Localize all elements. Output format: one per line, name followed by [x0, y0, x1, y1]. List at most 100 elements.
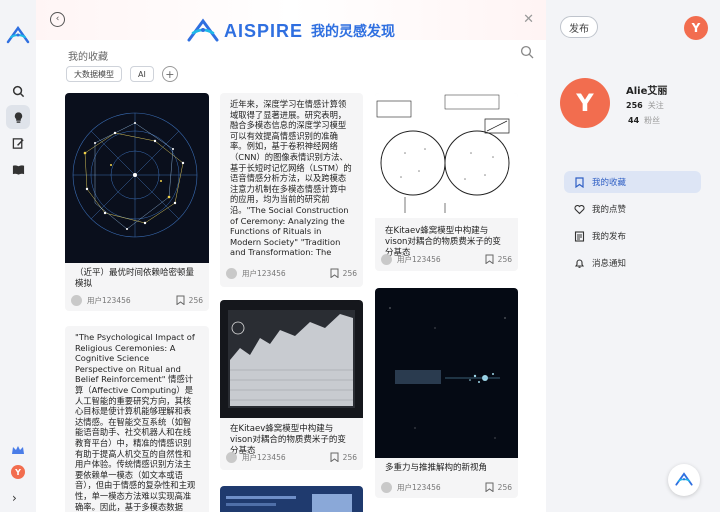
left-rail: Y ›	[0, 0, 36, 512]
card-footer: 用户123456 256	[381, 480, 512, 494]
document-icon	[574, 230, 585, 242]
collection-card[interactable]: （近平）最优时间依赖哈密顿量模拟 用户123456 256	[65, 93, 209, 311]
favorite-count: 256	[342, 268, 357, 278]
chevron-left-icon: ‹	[55, 14, 60, 24]
card-thumbnail	[220, 486, 363, 512]
rail-inspiration-button[interactable]	[6, 105, 30, 129]
following-label: 关注	[647, 101, 664, 110]
brand: AISPIRE 我的灵感发现	[186, 18, 395, 44]
card-author: 用户123456	[242, 268, 286, 278]
user-avatar	[226, 451, 237, 463]
followers-count: 44	[628, 116, 640, 125]
card-author: 用户123456	[87, 295, 131, 305]
rail-library-button[interactable]	[6, 157, 30, 181]
search-icon[interactable]	[520, 45, 534, 59]
plus-icon: +	[165, 67, 175, 81]
inspiration-panel: ‹ AISPIRE 我的灵感发现 ✕ 我的收藏 大数据模型 AI + （近平）最…	[36, 0, 546, 512]
favorite-count: 256	[497, 254, 512, 264]
card-excerpt: 近年来，深度学习在情感计算领域取得了显著进展。研究表明，融合多模态信息的深度学习…	[230, 99, 352, 257]
rail-avatar[interactable]: Y	[11, 465, 25, 479]
bookmark-icon	[330, 268, 339, 278]
add-tag-button[interactable]: +	[161, 66, 178, 82]
search-icon	[12, 85, 24, 97]
tag-chip[interactable]: AI	[130, 66, 154, 82]
rail-edit-button[interactable]	[6, 131, 30, 155]
crown-icon[interactable]	[11, 445, 25, 455]
menu-item-collections[interactable]: 我的收藏	[564, 171, 701, 193]
aispire-brand-icon	[187, 18, 219, 42]
bookmark-icon	[575, 176, 584, 188]
card-favorite[interactable]: 256	[330, 268, 357, 278]
aispire-logo-icon[interactable]	[5, 26, 31, 46]
menu-item-label: 消息通知	[592, 259, 627, 269]
favorite-count: 256	[497, 482, 512, 492]
card-favorite[interactable]: 256	[485, 254, 512, 264]
card-thumbnail	[65, 93, 209, 263]
assistant-button[interactable]	[668, 464, 700, 496]
bookmark-icon	[176, 295, 185, 305]
card-footer: 用户123456 256	[381, 252, 512, 266]
aispire-logo-icon	[675, 472, 693, 486]
card-author: 用户123456	[242, 452, 286, 462]
card-author: 用户123456	[397, 254, 441, 264]
page-title: 我的灵感发现	[311, 24, 396, 40]
close-icon[interactable]: ✕	[523, 12, 534, 27]
bookmark-icon	[485, 482, 494, 492]
edit-icon	[12, 137, 24, 149]
back-button[interactable]: ‹	[50, 12, 65, 27]
card-favorite[interactable]: 256	[176, 295, 203, 305]
tag-chip[interactable]: 大数据模型	[66, 66, 122, 82]
menu-item-label: 我的发布	[592, 232, 627, 242]
favorite-count: 256	[342, 452, 357, 462]
collection-card[interactable]: "The Psychological Impact of Religious C…	[65, 326, 209, 512]
card-footer: 用户123456 256	[226, 450, 357, 464]
app-window: Y › ‹ AISPIRE 我的灵感发现 ✕ 我的收藏 大数据模型 AI + （…	[0, 0, 720, 512]
publish-button[interactable]: 发布	[560, 16, 598, 38]
menu-item-posts[interactable]: 我的发布	[564, 225, 701, 247]
menu-item-label: 我的点赞	[592, 205, 627, 215]
followers-stat[interactable]: 44 粉丝	[628, 115, 660, 126]
avatar[interactable]: Y	[684, 16, 708, 40]
card-favorite[interactable]: 256	[485, 482, 512, 492]
card-thumbnail	[375, 288, 518, 458]
card-footer: 用户123456 256	[71, 293, 203, 307]
card-title: 多重力与推推解构的新视角	[385, 463, 488, 473]
card-author: 用户123456	[397, 482, 441, 492]
menu-item-notifications[interactable]: 消息通知	[564, 252, 701, 274]
menu-item-likes[interactable]: 我的点赞	[564, 198, 701, 220]
collection-card[interactable]: 在Kitaev蜂窝模型中构建与vison对耦合的物质费米子的变分基态 用户123…	[220, 300, 363, 470]
collection-card[interactable]	[220, 486, 363, 512]
bell-icon	[574, 258, 585, 268]
card-excerpt: "The Psychological Impact of Religious C…	[75, 332, 196, 512]
user-avatar	[226, 267, 237, 279]
card-footer: 用户123456 256	[226, 266, 357, 280]
user-avatar	[71, 294, 82, 306]
collection-card[interactable]: 多重力与推推解构的新视角 用户123456 256	[375, 288, 518, 498]
brand-name: AISPIRE	[224, 20, 304, 41]
card-thumbnail	[220, 300, 363, 418]
favorite-count: 256	[188, 295, 203, 305]
following-stat[interactable]: 256 关注	[626, 100, 664, 111]
user-avatar	[381, 481, 392, 493]
menu-item-label: 我的收藏	[592, 178, 627, 188]
collection-card[interactable]: 近年来，深度学习在情感计算领域取得了显著进展。研究表明，融合多模态信息的深度学习…	[220, 93, 363, 287]
bookmark-icon	[485, 254, 494, 264]
card-title: （近平）最优时间依赖哈密顿量模拟	[75, 268, 195, 289]
expand-chevron-icon[interactable]: ›	[12, 491, 17, 505]
panel-header: ‹ AISPIRE 我的灵感发现 ✕	[36, 0, 546, 42]
card-thumbnail	[375, 93, 518, 218]
collection-card[interactable]: 在Kitaev蜂窝模型中构建与vison对耦合的物质费米子的变分基态 用户123…	[375, 93, 518, 271]
tag-list: 大数据模型 AI +	[66, 66, 178, 82]
profile-avatar: Y	[560, 78, 610, 128]
book-icon	[12, 164, 24, 175]
heart-icon	[574, 204, 585, 214]
profile-sidebar: 发布 Y Y Alie艾丽 256 关注 44 粉丝 我的收藏 我的点赞 我的发布 …	[546, 0, 720, 512]
bookmark-icon	[330, 452, 339, 462]
rail-search-button[interactable]	[6, 79, 30, 103]
following-count: 256	[626, 101, 643, 110]
followers-label: 粉丝	[644, 116, 661, 125]
user-avatar	[381, 253, 392, 265]
card-favorite[interactable]: 256	[330, 452, 357, 462]
profile-username: Alie艾丽	[626, 86, 668, 97]
collection-title: 我的收藏	[68, 52, 108, 63]
